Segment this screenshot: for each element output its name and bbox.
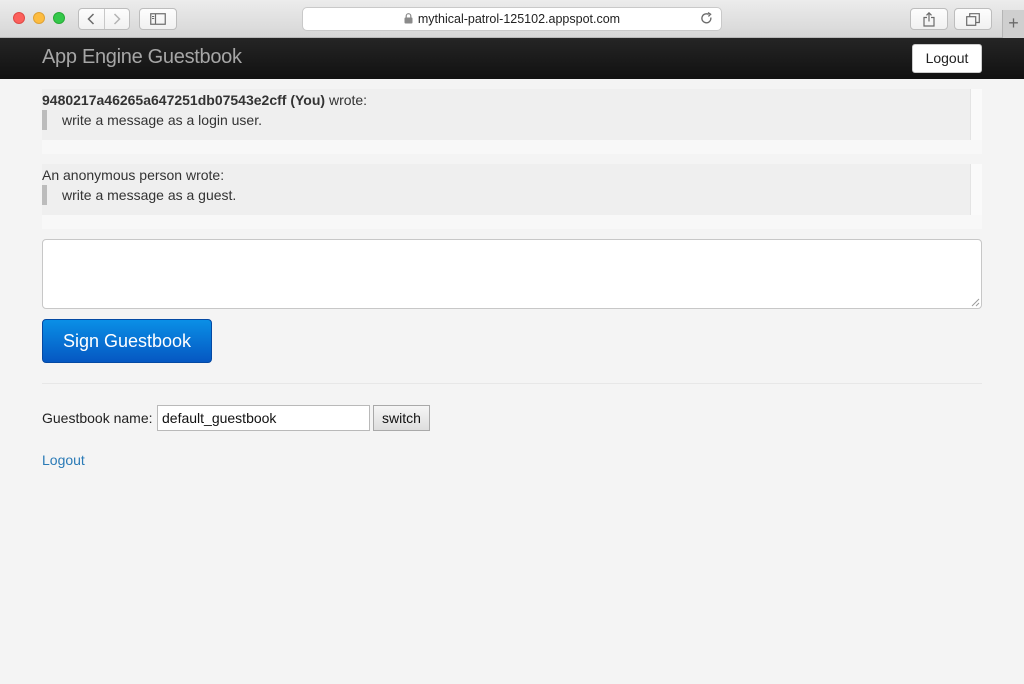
tabs-icon	[966, 12, 980, 26]
guestbook-name-input[interactable]	[157, 405, 370, 431]
author-suffix: An anonymous person wrote:	[42, 167, 225, 183]
close-window-button[interactable]	[13, 12, 25, 24]
new-tab-icon: +	[1008, 13, 1019, 33]
url-text: mythical-patrol-125102.appspot.com	[417, 12, 621, 26]
forward-button[interactable]	[103, 9, 130, 29]
forward-icon	[113, 13, 121, 25]
greeting-author: 9480217a46265a647251db07543e2cff (You) w…	[42, 92, 367, 108]
address-bar[interactable]: mythical-patrol-125102.appspot.com	[302, 7, 722, 31]
back-button[interactable]	[79, 9, 104, 29]
divider	[42, 383, 982, 384]
logout-link[interactable]: Logout	[42, 452, 85, 468]
reload-icon[interactable]	[700, 12, 713, 25]
message-textarea[interactable]	[42, 239, 982, 309]
minimize-window-button[interactable]	[33, 12, 45, 24]
greeting-separator	[42, 140, 982, 154]
author-suffix: wrote:	[325, 92, 368, 108]
resize-grip-icon[interactable]	[970, 297, 980, 307]
lock-icon	[404, 13, 413, 24]
back-icon	[87, 13, 95, 25]
switch-button[interactable]: switch	[373, 405, 430, 431]
greeting-item: An anonymous person wrote: write a messa…	[42, 164, 982, 229]
share-button[interactable]	[910, 8, 948, 30]
sidebar-button[interactable]	[139, 8, 177, 30]
new-tab-button[interactable]: +	[1002, 10, 1024, 38]
sign-guestbook-button[interactable]: Sign Guestbook	[42, 319, 212, 363]
greeting-item: 9480217a46265a647251db07543e2cff (You) w…	[42, 89, 982, 154]
guestbook-name-label: Guestbook name:	[42, 410, 153, 426]
tabs-overview-button[interactable]	[954, 8, 992, 30]
logout-button[interactable]: Logout	[912, 44, 982, 73]
greeting-separator	[42, 215, 982, 229]
author-nickname: 9480217a46265a647251db07543e2cff (You)	[42, 92, 326, 108]
greeting-edge	[970, 164, 982, 215]
share-icon	[923, 11, 935, 27]
sidebar-icon	[150, 13, 166, 25]
history-nav	[78, 8, 130, 30]
zoom-window-button[interactable]	[53, 12, 65, 24]
brand-title[interactable]: App Engine Guestbook	[42, 46, 242, 69]
greeting-content: write a message as a login user.	[42, 110, 262, 130]
greeting-author: An anonymous person wrote:	[42, 167, 224, 183]
greeting-content: write a message as a guest.	[42, 185, 236, 205]
address-text-row: mythical-patrol-125102.appspot.com	[303, 12, 721, 26]
browser-toolbar: mythical-patrol-125102.appspot.com +	[0, 0, 1024, 38]
greeting-edge	[970, 89, 982, 140]
app-navbar: App Engine Guestbook Logout	[0, 38, 1024, 79]
